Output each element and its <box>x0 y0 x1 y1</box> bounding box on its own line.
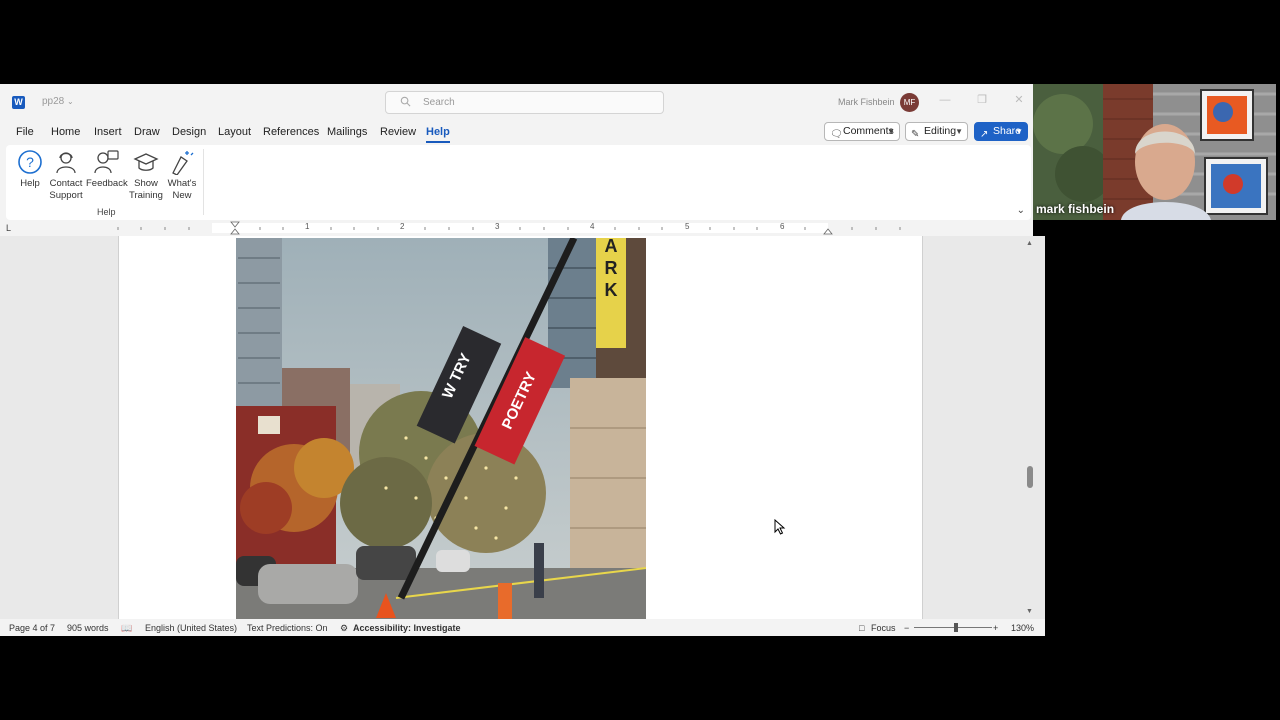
pencil-icon: ✎ <box>911 129 920 140</box>
ruler-number: 5 <box>685 222 690 231</box>
close-button[interactable]: ✕ <box>1012 93 1026 107</box>
inserted-photo[interactable]: PARK W TRY POETRY <box>236 238 646 619</box>
tab-review[interactable]: Review <box>380 126 416 138</box>
chevron-down-icon: ⌄ <box>67 97 74 106</box>
chevron-down-icon: ▼ <box>1015 127 1023 136</box>
text-predictions-status[interactable]: Text Predictions: On <box>247 623 328 633</box>
ruler-number: 2 <box>400 222 405 231</box>
document-name-text: pp28 <box>42 96 65 107</box>
zoom-level[interactable]: 130% <box>1011 623 1034 633</box>
comments-button[interactable]: 🗨 Comments ▼ <box>824 122 900 141</box>
tab-insert[interactable]: Insert <box>94 126 122 138</box>
accessibility-icon: ⚙ <box>340 623 349 633</box>
feedback-label: Feedback <box>86 178 128 189</box>
graduation-cap-icon <box>133 153 159 171</box>
word-logo-icon: W <box>12 96 25 109</box>
status-bar: Page 4 of 7 905 words 📖 English (United … <box>0 619 1045 636</box>
zoom-in-button[interactable]: + <box>993 623 998 633</box>
restore-button[interactable]: ❐ <box>975 93 989 107</box>
language-status[interactable]: English (United States) <box>145 623 237 633</box>
contact-label-2: Support <box>49 190 83 201</box>
chevron-down-icon: ▼ <box>955 127 963 136</box>
show-training-button[interactable]: Show Training <box>126 149 166 202</box>
word-window: W pp28 ⌄ Search Mark Fishbein MF — ❐ ✕ F… <box>0 84 1045 636</box>
document-name[interactable]: pp28 ⌄ <box>42 96 74 107</box>
tab-layout[interactable]: Layout <box>218 126 251 138</box>
focus-button[interactable]: Focus <box>871 623 896 633</box>
tab-draw[interactable]: Draw <box>134 126 160 138</box>
magic-wand-icon <box>172 151 194 175</box>
title-bar: W pp28 ⌄ Search Mark Fishbein MF — ❐ ✕ <box>0 84 1033 120</box>
tab-references[interactable]: References <box>263 126 319 138</box>
document-page[interactable]: PARK W TRY POETRY <box>118 236 923 619</box>
chevron-down-icon: ▼ <box>887 127 895 136</box>
zoom-slider-thumb[interactable] <box>954 623 958 632</box>
whats-new-label-1: What's <box>167 178 197 189</box>
help-button[interactable]: ? Help <box>10 149 50 190</box>
search-placeholder: Search <box>423 97 455 108</box>
tab-design[interactable]: Design <box>172 126 206 138</box>
contact-support-icon <box>56 152 76 174</box>
page-count[interactable]: Page 4 of 7 <box>9 623 55 633</box>
share-button[interactable]: ↗ Share ▼ <box>974 122 1028 141</box>
ruler-number: 6 <box>780 222 785 231</box>
feedback-icon <box>94 150 119 174</box>
tab-file[interactable]: File <box>16 126 34 138</box>
ribbon: ? Help Contact Support Feedback Show Tra… <box>6 145 1031 220</box>
zoom-slider[interactable] <box>914 627 992 628</box>
share-icon: ↗ <box>980 129 989 140</box>
contact-label-1: Contact <box>49 178 83 189</box>
word-count[interactable]: 905 words <box>67 623 109 633</box>
ruler-number: 4 <box>590 222 595 231</box>
avatar[interactable]: MF <box>900 93 919 112</box>
scrollbar-thumb[interactable] <box>1027 466 1033 488</box>
training-label-1: Show <box>134 178 158 189</box>
feedback-button[interactable]: Feedback <box>86 149 128 190</box>
ruler-ticks <box>117 221 901 235</box>
menu-bar: File Home Insert Draw Design Layout Refe… <box>0 120 1033 144</box>
accessibility-status[interactable]: Accessibility: Investigate <box>353 623 461 633</box>
focus-icon: □ <box>859 623 865 633</box>
account-name[interactable]: Mark Fishbein <box>838 97 895 107</box>
webcam-feed <box>1033 84 1276 220</box>
whats-new-button[interactable]: What's New <box>162 149 202 202</box>
screen: W pp28 ⌄ Search Mark Fishbein MF — ❐ ✕ F… <box>0 0 1280 720</box>
minimize-button[interactable]: — <box>938 93 952 107</box>
ribbon-group-divider <box>203 149 204 215</box>
video-tile: mark fishbein <box>1033 84 1276 220</box>
document-canvas[interactable]: PARK W TRY POETRY ▲ ▼ <box>0 236 1045 619</box>
contact-support-button[interactable]: Contact Support <box>46 149 86 202</box>
search-icon <box>400 96 411 107</box>
scroll-down-icon[interactable]: ▼ <box>1026 608 1033 615</box>
whats-new-label-2: New <box>172 190 192 201</box>
proofing-icon[interactable]: 📖 <box>121 623 132 634</box>
vertical-scrollbar[interactable]: ▲ ▼ <box>1023 236 1037 619</box>
zoom-out-button[interactable]: − <box>904 623 909 633</box>
editing-label: Editing <box>924 125 957 137</box>
ruler[interactable]: L 1 2 3 4 5 6 <box>0 221 1033 235</box>
ruler-number: 1 <box>305 222 310 231</box>
comment-icon: 🗨 <box>830 129 843 140</box>
tab-help[interactable]: Help <box>426 126 450 143</box>
collapse-ribbon-icon[interactable]: ⌄ <box>1017 205 1025 216</box>
scroll-up-icon[interactable]: ▲ <box>1026 240 1033 247</box>
editing-mode-button[interactable]: ✎ Editing ▼ <box>905 122 968 141</box>
help-label: Help <box>20 178 40 189</box>
mouse-cursor-icon <box>774 519 786 535</box>
ribbon-group-label: Help <box>97 207 116 217</box>
tab-mailings[interactable]: Mailings <box>327 126 367 138</box>
ruler-number: 3 <box>495 222 500 231</box>
search-input[interactable]: Search <box>385 91 664 114</box>
tab-home[interactable]: Home <box>51 126 80 138</box>
help-icon: ? <box>18 150 42 174</box>
svg-text:?: ? <box>26 154 34 170</box>
presenter-name: mark fishbein <box>1036 202 1115 216</box>
park-sign-text: PARK <box>601 238 621 302</box>
training-label-2: Training <box>129 190 163 201</box>
